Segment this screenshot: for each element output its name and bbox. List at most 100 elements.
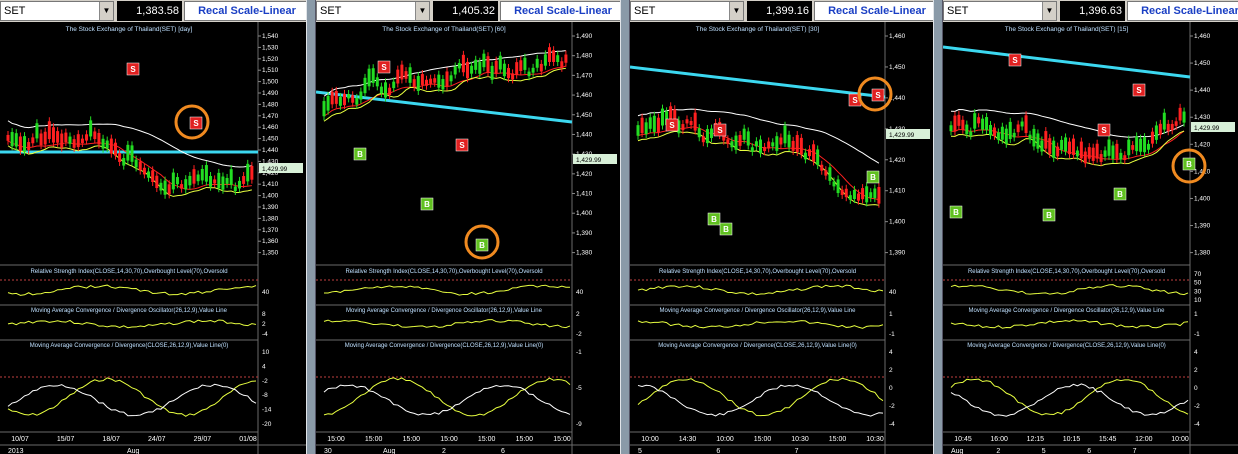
candle-body (981, 118, 985, 130)
buy-signal[interactable]: B (949, 205, 963, 219)
x-sub-label: Aug (951, 448, 964, 454)
candle-body (64, 132, 68, 143)
sell-signal[interactable]: S (189, 116, 203, 130)
y-tick-label: 1,500 (262, 79, 279, 86)
macd-tick: -2 (1194, 403, 1200, 410)
macd-tick: -14 (262, 407, 272, 414)
chart-panel[interactable]: SET ▼ 1,405.32 Recal Scale-Linear The Stoc… (316, 0, 620, 454)
recal-scale-button[interactable]: Recal Scale-Linear (814, 1, 933, 21)
price-readout: 1,383.58 (117, 1, 182, 21)
indicator-line (637, 284, 884, 296)
candle-body (80, 138, 84, 144)
buy-signal[interactable]: B (707, 212, 721, 226)
buy-signal[interactable]: B (420, 197, 434, 211)
macd-tick: -20 (262, 421, 272, 428)
candle-body (992, 127, 996, 136)
svg-text:S: S (130, 65, 136, 74)
buy-signal[interactable]: B (1042, 208, 1056, 222)
x-sub-label: Aug (383, 448, 396, 454)
candle-body (27, 142, 31, 150)
candle-body (441, 79, 445, 90)
x-sub-label: 6 (501, 448, 505, 454)
candle-body (1052, 140, 1056, 158)
x-sub-label: 7 (1133, 448, 1137, 454)
sell-signal[interactable]: S (871, 88, 885, 102)
rsi-tick: 40 (889, 289, 897, 296)
buy-signal[interactable]: B (719, 222, 733, 236)
indicator-line (950, 378, 1189, 416)
y-tick-label: 1,350 (262, 250, 279, 257)
candle-body (47, 121, 51, 140)
y-tick-label: 1,440 (1194, 87, 1211, 94)
chart-canvas[interactable]: The Stock Exchange of Thailand(SET) [30]… (630, 22, 933, 454)
buy-signal[interactable]: B (353, 147, 367, 161)
candle-body (359, 91, 363, 100)
svg-text:S: S (459, 141, 465, 150)
chart-panel[interactable]: SET ▼ 1,399.16 Recal Scale-Linear The Stoc… (630, 0, 933, 454)
candle-body (1044, 131, 1048, 149)
symbol-select[interactable]: SET ▼ (943, 1, 1057, 21)
candle-body (564, 54, 568, 63)
sell-signal[interactable]: S (1097, 123, 1111, 137)
x-tick-label: 15:45 (1099, 436, 1117, 443)
candle-body (1091, 147, 1095, 161)
recal-scale-button[interactable]: Recal Scale-Linear (1127, 1, 1238, 21)
chart-canvas[interactable]: The Stock Exchange of Thailand(SET) [60]… (316, 22, 620, 454)
sell-signal[interactable]: S (1132, 83, 1146, 97)
sell-signal[interactable]: S (377, 60, 391, 74)
svg-text:B: B (1046, 211, 1052, 220)
y-tick-label: 1,510 (262, 67, 279, 74)
candle-body (957, 114, 961, 126)
chart-panel[interactable]: SET ▼ 1,383.58 Recal Scale-Linear The Stoc… (0, 0, 306, 454)
sell-signal[interactable]: S (713, 123, 727, 137)
candle-body (474, 59, 478, 70)
chevron-down-icon[interactable]: ▼ (415, 2, 429, 20)
x-sub-label: 7 (795, 448, 799, 454)
chart-panel[interactable]: SET ▼ 1,396.63 Recal Scale-Linear The Stoc… (943, 0, 1238, 454)
sell-signal[interactable]: S (1008, 53, 1022, 67)
svg-text:B: B (357, 150, 363, 159)
buy-signal[interactable]: B (1113, 187, 1127, 201)
buy-signal[interactable]: B (866, 170, 880, 184)
symbol-select[interactable]: SET ▼ (0, 1, 114, 21)
candle-body (746, 131, 750, 146)
candle-body (1174, 121, 1178, 126)
chevron-down-icon[interactable]: ▼ (729, 2, 743, 20)
x-tick-label: 10:30 (866, 436, 884, 443)
candle-body (68, 136, 72, 144)
candle-body (225, 177, 229, 184)
recal-scale-button[interactable]: Recal Scale-Linear (500, 1, 620, 21)
candle-body (51, 127, 55, 143)
symbol-select[interactable]: SET ▼ (630, 1, 744, 21)
osc-tick: 2 (262, 321, 266, 328)
x-tick-label: 15:00 (327, 436, 345, 443)
y-tick-label: 1,400 (889, 219, 906, 226)
x-tick-label: 15:00 (478, 436, 496, 443)
recal-scale-button[interactable]: Recal Scale-Linear (184, 1, 306, 21)
candle-body (836, 179, 840, 194)
candle-body (775, 136, 779, 151)
x-sub-label: 30 (324, 448, 332, 454)
current-price-marker: 1,429.99 (259, 163, 303, 173)
buy-signal[interactable]: B (475, 238, 489, 252)
chart-canvas[interactable]: The Stock Exchange of Thailand(SET) [15]… (943, 22, 1238, 454)
candle-body (457, 63, 461, 69)
candle-body (204, 165, 208, 182)
candle-body (76, 134, 80, 148)
candle-body (877, 186, 881, 204)
chevron-down-icon[interactable]: ▼ (99, 2, 113, 20)
candle-body (23, 136, 27, 152)
candle-body (101, 138, 105, 149)
current-price-marker: 1,429.99 (573, 154, 617, 164)
buy-signal[interactable]: B (1182, 157, 1196, 171)
sell-signal[interactable]: S (665, 118, 679, 132)
sell-signal[interactable]: S (455, 138, 469, 152)
symbol-select[interactable]: SET ▼ (316, 1, 430, 21)
candle-body (1004, 128, 1008, 144)
candle-body (1056, 146, 1060, 157)
svg-text:S: S (1012, 56, 1018, 65)
chart-canvas[interactable]: The Stock Exchange of Thailand(SET) [day… (0, 22, 306, 454)
candle-body (39, 133, 43, 146)
chevron-down-icon[interactable]: ▼ (1042, 2, 1056, 20)
sell-signal[interactable]: S (126, 62, 140, 76)
